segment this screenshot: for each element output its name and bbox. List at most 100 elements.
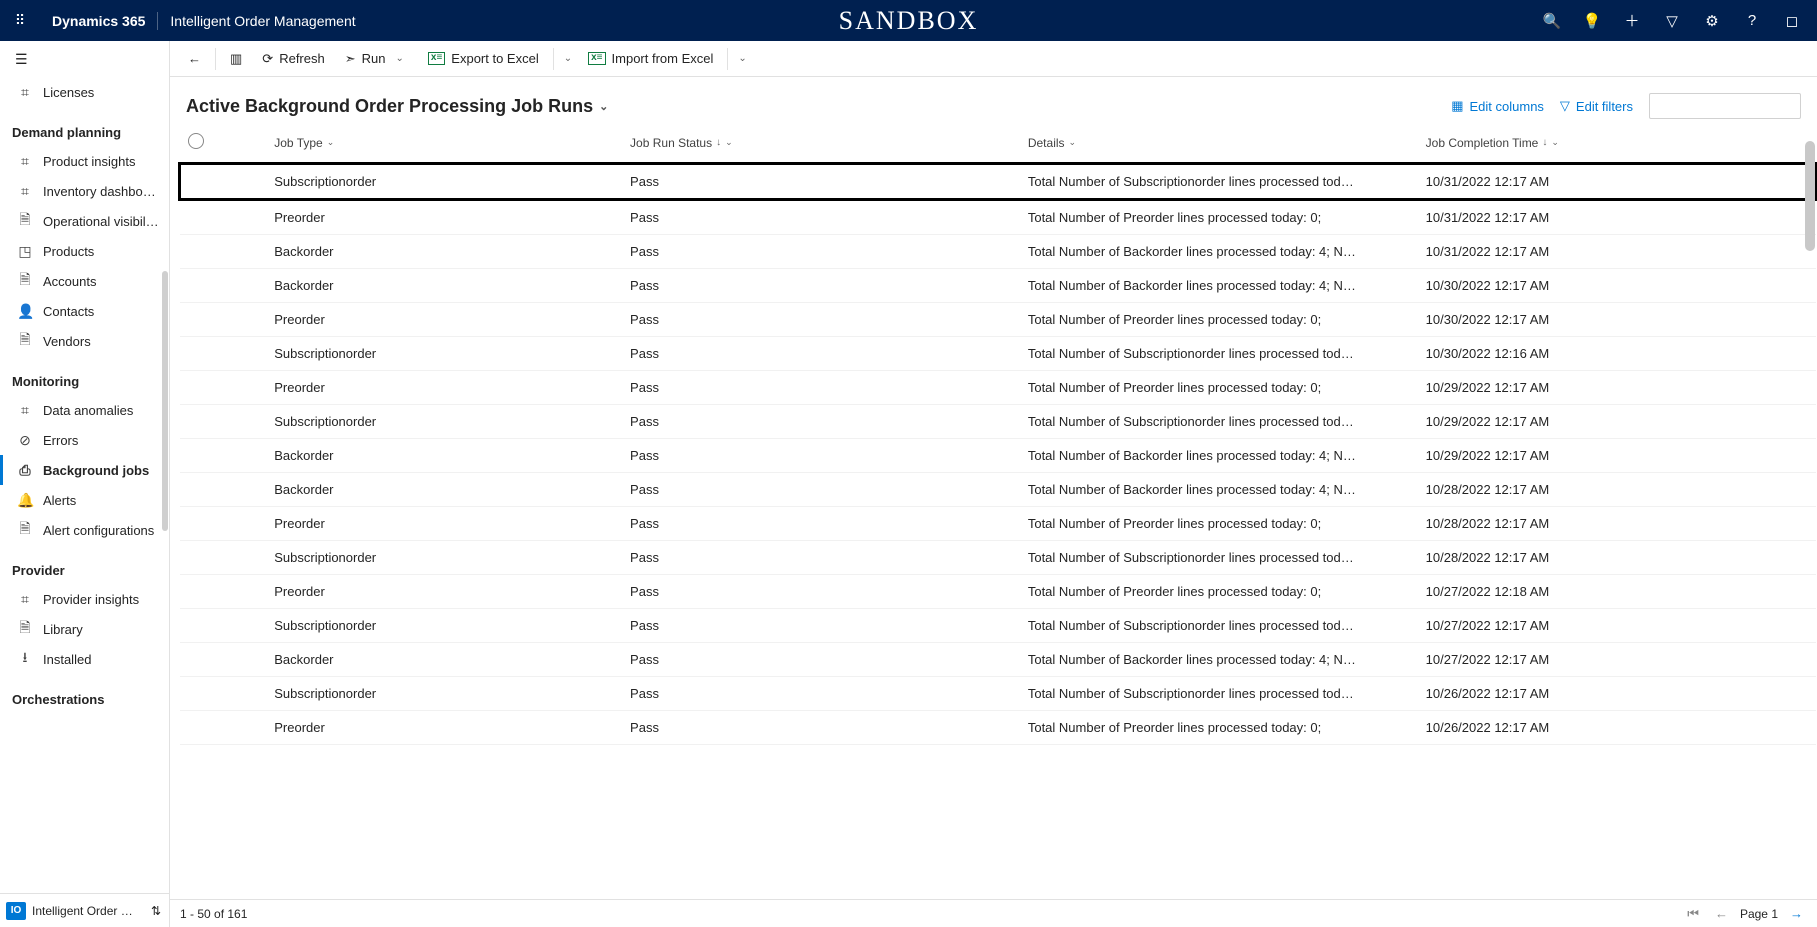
sidebar-item[interactable]: ⊘Errors	[0, 425, 169, 455]
sidebar-item-label: Products	[43, 244, 94, 259]
sidebar-item[interactable]: 🔔Alerts	[0, 485, 169, 515]
search-icon[interactable]: 🔍	[1535, 4, 1569, 38]
table-row[interactable]: PreorderPassTotal Number of Preorder lin…	[180, 303, 1816, 337]
row-select-cell[interactable]	[180, 677, 225, 711]
chart-icon: ▥	[230, 51, 242, 67]
sidebar-scrollbar[interactable]	[162, 271, 168, 531]
sidebar-item[interactable]: ⌗Data anomalies	[0, 395, 169, 425]
import-excel-button[interactable]: x≡ Import from Excel	[580, 45, 721, 73]
table-row[interactable]: SubscriptionorderPassTotal Number of Sub…	[180, 337, 1816, 371]
select-all-header[interactable]	[180, 123, 225, 164]
column-header-completion-time[interactable]: Job Completion Time↓⌄	[1418, 123, 1816, 164]
run-button[interactable]: ➣ Run ⌄	[337, 45, 416, 73]
sidebar-item[interactable]: ◳Products	[0, 236, 169, 266]
sidebar-item[interactable]: 🗎Accounts	[0, 266, 169, 296]
pager-next-button[interactable]: →	[1786, 904, 1807, 923]
row-select-cell[interactable]	[180, 164, 225, 200]
import-excel-chevron[interactable]: ⌄	[734, 49, 750, 68]
row-select-cell[interactable]	[180, 439, 225, 473]
sidebar-item[interactable]: 🗎Library	[0, 614, 169, 644]
table-row[interactable]: BackorderPassTotal Number of Backorder l…	[180, 473, 1816, 507]
table-row[interactable]: PreorderPassTotal Number of Preorder lin…	[180, 371, 1816, 405]
select-all-circle-icon[interactable]	[188, 133, 204, 149]
sidebar-collapse-toggle[interactable]: ☰	[0, 41, 169, 77]
filter-icon[interactable]: ▽	[1655, 4, 1689, 38]
sidebar-item-icon: ⎙	[17, 462, 33, 479]
view-search-input[interactable]	[1649, 93, 1801, 119]
sidebar-item[interactable]: 🗎Vendors	[0, 326, 169, 356]
main-scrollbar[interactable]	[1805, 141, 1815, 251]
edit-columns-button[interactable]: ▦ Edit columns	[1451, 98, 1544, 114]
table-row[interactable]: PreorderPassTotal Number of Preorder lin…	[180, 200, 1816, 235]
sidebar-item-icon: ⌗	[17, 153, 33, 170]
excel-export-icon: x≡	[428, 52, 445, 65]
row-select-cell[interactable]	[180, 405, 225, 439]
sidebar-item[interactable]: ⌗Inventory dashbo…	[0, 176, 169, 206]
table-row[interactable]: SubscriptionorderPassTotal Number of Sub…	[180, 609, 1816, 643]
export-excel-chevron[interactable]: ⌄	[560, 49, 576, 68]
row-select-cell[interactable]	[180, 473, 225, 507]
cell-details: Total Number of Backorder lines processe…	[1020, 235, 1418, 269]
refresh-button[interactable]: ⟳ Refresh	[254, 45, 332, 73]
grid-scroll-area[interactable]: Job Type⌄ Job Run Status↓⌄ Details⌄ Job …	[170, 123, 1817, 899]
sidebar-item-label: Data anomalies	[43, 403, 133, 418]
table-row[interactable]: SubscriptionorderPassTotal Number of Sub…	[180, 405, 1816, 439]
add-icon[interactable]: ＋	[1615, 4, 1649, 38]
column-header-job-type[interactable]: Job Type⌄	[224, 123, 622, 164]
edit-filters-button[interactable]: ▽ Edit filters	[1560, 98, 1633, 114]
sidebar-group-title: Provider	[0, 545, 169, 584]
table-row[interactable]: SubscriptionorderPassTotal Number of Sub…	[180, 164, 1816, 200]
app-launcher-icon[interactable]: ⠿	[0, 12, 40, 29]
assistant-icon[interactable]: ◻	[1775, 4, 1809, 38]
sidebar-item[interactable]: ⎙Background jobs	[0, 455, 169, 485]
table-row[interactable]: BackorderPassTotal Number of Backorder l…	[180, 643, 1816, 677]
column-header-job-run-status[interactable]: Job Run Status↓⌄	[622, 123, 1020, 164]
row-select-cell[interactable]	[180, 200, 225, 235]
back-button[interactable]: ←	[180, 45, 209, 73]
row-select-cell[interactable]	[180, 711, 225, 745]
table-row[interactable]: SubscriptionorderPassTotal Number of Sub…	[180, 541, 1816, 575]
sidebar-item[interactable]: ⭳Installed	[0, 644, 169, 674]
cell-details: Total Number of Backorder lines processe…	[1020, 439, 1418, 473]
chevron-down-icon[interactable]: ⌄	[392, 49, 408, 68]
cell-details: Total Number of Preorder lines processed…	[1020, 711, 1418, 745]
pager-prev-button[interactable]: ←	[1711, 904, 1732, 923]
sidebar-item[interactable]: 🗎Operational visibil…	[0, 206, 169, 236]
row-select-cell[interactable]	[180, 235, 225, 269]
lightbulb-icon[interactable]: 💡	[1575, 4, 1609, 38]
show-chart-button[interactable]: ▥	[222, 45, 250, 73]
row-select-cell[interactable]	[180, 371, 225, 405]
sidebar-item-label: Contacts	[43, 304, 94, 319]
table-row[interactable]: BackorderPassTotal Number of Backorder l…	[180, 235, 1816, 269]
table-row[interactable]: BackorderPassTotal Number of Backorder l…	[180, 269, 1816, 303]
settings-gear-icon[interactable]: ⚙	[1695, 4, 1729, 38]
row-select-cell[interactable]	[180, 541, 225, 575]
area-switcher[interactable]: IO Intelligent Order … ⇅	[0, 893, 169, 927]
row-select-cell[interactable]	[180, 303, 225, 337]
table-row[interactable]: PreorderPassTotal Number of Preorder lin…	[180, 507, 1816, 541]
cell-details: Total Number of Subscriptionorder lines …	[1020, 677, 1418, 711]
view-selector[interactable]: Active Background Order Processing Job R…	[186, 96, 608, 117]
pager-page-label: Page 1	[1740, 907, 1778, 921]
row-select-cell[interactable]	[180, 643, 225, 677]
export-excel-button[interactable]: x≡ Export to Excel	[420, 45, 547, 73]
row-select-cell[interactable]	[180, 337, 225, 371]
table-row[interactable]: PreorderPassTotal Number of Preorder lin…	[180, 711, 1816, 745]
row-select-cell[interactable]	[180, 269, 225, 303]
row-select-cell[interactable]	[180, 575, 225, 609]
cell-completion-time: 10/28/2022 12:17 AM	[1418, 507, 1816, 541]
table-row[interactable]: SubscriptionorderPassTotal Number of Sub…	[180, 677, 1816, 711]
sidebar-item[interactable]: 🗎Alert configurations	[0, 515, 169, 545]
pager-first-button[interactable]: ⏮	[1683, 904, 1703, 924]
column-header-details[interactable]: Details⌄	[1020, 123, 1418, 164]
row-select-cell[interactable]	[180, 609, 225, 643]
sidebar-item[interactable]: ⌗Licenses	[0, 77, 169, 107]
table-row[interactable]: BackorderPassTotal Number of Backorder l…	[180, 439, 1816, 473]
cell-completion-time: 10/26/2022 12:17 AM	[1418, 677, 1816, 711]
sidebar-item[interactable]: ⌗Product insights	[0, 146, 169, 176]
sidebar-item[interactable]: 👤Contacts	[0, 296, 169, 326]
help-icon[interactable]: ?	[1735, 4, 1769, 38]
sidebar-item[interactable]: ⌗Provider insights	[0, 584, 169, 614]
row-select-cell[interactable]	[180, 507, 225, 541]
table-row[interactable]: PreorderPassTotal Number of Preorder lin…	[180, 575, 1816, 609]
